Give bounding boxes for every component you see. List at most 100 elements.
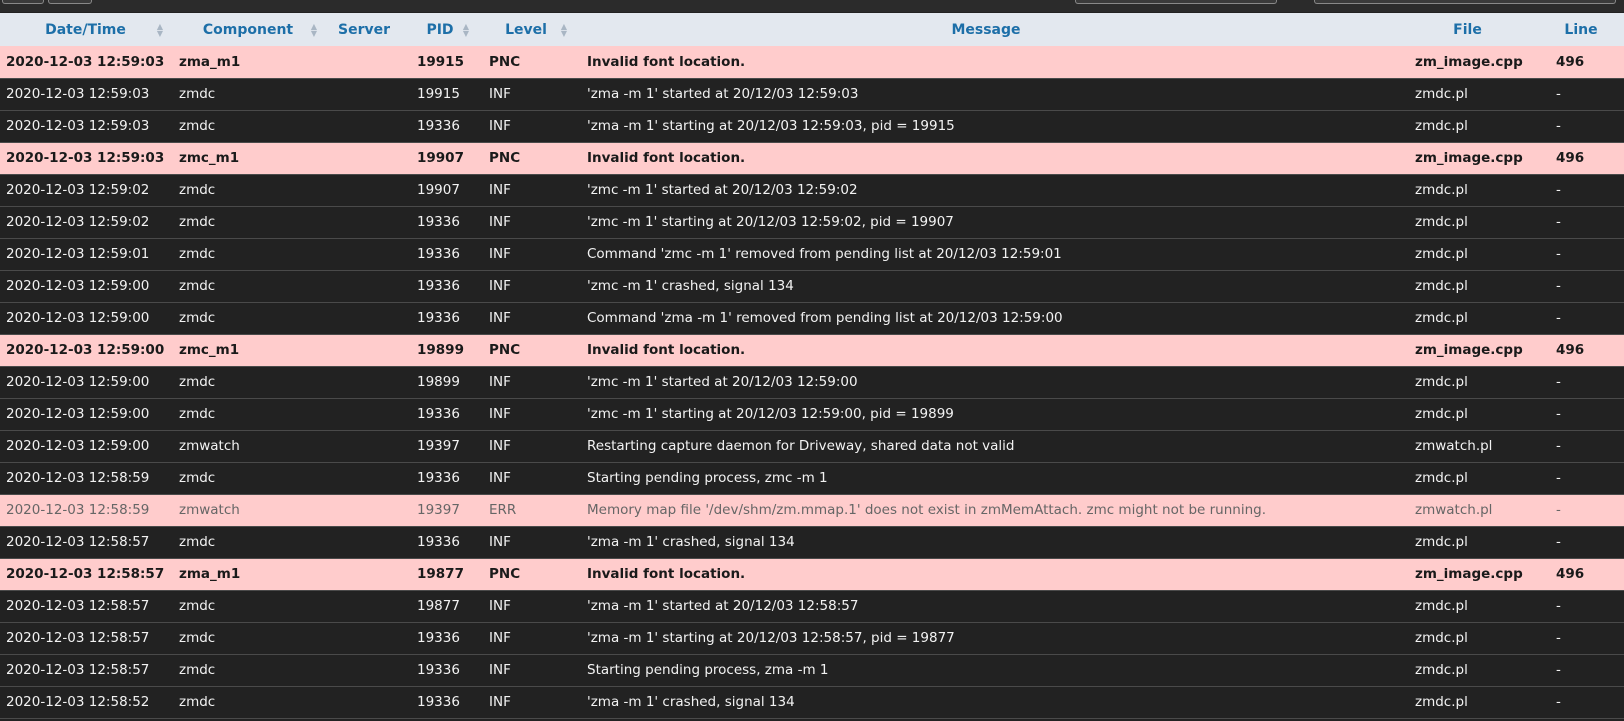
cell-pid: 19877 bbox=[417, 566, 464, 582]
cell-message: Command 'zmc -m 1' removed from pending … bbox=[587, 246, 1062, 262]
col-header-server[interactable]: Server bbox=[325, 13, 403, 46]
table-row[interactable]: 2020-12-03 12:58:59 zmdc 19336 INF Starting … bbox=[0, 462, 1624, 494]
cell-message: Invalid font location. bbox=[587, 53, 746, 70]
cell-pid: 19336 bbox=[417, 214, 460, 230]
cell-message: 'zma -m 1' starting at 20/12/03 12:58:57… bbox=[587, 630, 955, 646]
table-row[interactable]: 2020-12-03 12:58:57 zmdc 19336 INF Starting … bbox=[0, 654, 1624, 686]
cell-datetime: 2020-12-03 12:59:03 bbox=[6, 53, 165, 70]
table-row[interactable]: 2020-12-03 12:58:57 zmdc 19336 INF 'zma -m 1… bbox=[0, 622, 1624, 654]
cell-message: 'zmc -m 1' crashed, signal 134 bbox=[587, 278, 794, 294]
cell-file: zmwatch.pl bbox=[1415, 502, 1493, 518]
cell-datetime: 2020-12-03 12:59:00 bbox=[6, 438, 150, 454]
cell-datetime: 2020-12-03 12:58:57 bbox=[6, 630, 150, 646]
sort-icon: ▲ ▼ bbox=[156, 21, 163, 38]
table-row[interactable]: 2020-12-03 12:59:03 zmdc 19915 INF 'zma -m 1… bbox=[0, 78, 1624, 110]
col-header-line[interactable]: Line bbox=[1538, 13, 1624, 46]
cell-server bbox=[325, 78, 403, 110]
table-row[interactable]: 2020-12-03 12:59:02 zmdc 19907 INF 'zmc -m 1… bbox=[0, 174, 1624, 206]
cell-level: INF bbox=[489, 662, 511, 678]
cell-datetime: 2020-12-03 12:59:00 bbox=[6, 342, 165, 358]
toolbar-button-group[interactable] bbox=[1314, 0, 1616, 4]
log-table-body: 2020-12-03 12:59:03 zma_m1 19915 PNC Invalid… bbox=[0, 46, 1624, 718]
cell-file: zmdc.pl bbox=[1415, 246, 1468, 262]
search-input[interactable] bbox=[1075, 0, 1277, 4]
cell-datetime: 2020-12-03 12:59:00 bbox=[6, 278, 150, 294]
cell-line: - bbox=[1556, 438, 1561, 454]
cell-line: - bbox=[1556, 598, 1561, 614]
cell-message: 'zma -m 1' crashed, signal 134 bbox=[587, 694, 795, 710]
col-header-datetime[interactable]: Date/Time ▲ ▼ bbox=[0, 13, 171, 46]
cell-line: - bbox=[1556, 534, 1561, 550]
cell-component: zmwatch bbox=[179, 438, 240, 454]
table-row[interactable]: 2020-12-03 12:59:00 zmdc 19336 INF Command '… bbox=[0, 302, 1624, 334]
table-row[interactable]: 2020-12-03 12:58:57 zma_m1 19877 PNC Invalid… bbox=[0, 558, 1624, 590]
table-row[interactable]: 2020-12-03 12:59:00 zmwatch 19397 INF Restar… bbox=[0, 430, 1624, 462]
cell-pid: 19907 bbox=[417, 182, 460, 198]
cell-line: - bbox=[1556, 630, 1561, 646]
cell-line: 496 bbox=[1556, 566, 1585, 582]
cell-server bbox=[325, 430, 403, 462]
cell-message: Invalid font location. bbox=[587, 150, 746, 166]
cell-server bbox=[325, 238, 403, 270]
cell-component: zmdc bbox=[179, 630, 216, 646]
cell-server bbox=[325, 174, 403, 206]
table-row[interactable]: 2020-12-03 12:58:57 zmdc 19336 INF 'zma -m 1… bbox=[0, 526, 1624, 558]
table-row[interactable]: 2020-12-03 12:59:01 zmdc 19336 INF Command '… bbox=[0, 238, 1624, 270]
cell-component: zmdc bbox=[179, 278, 216, 294]
cell-message: Invalid font location. bbox=[587, 566, 746, 582]
log-table: Date/Time ▲ ▼ Component ▲ ▼ Server PID ▲ ▼ Lev… bbox=[0, 13, 1624, 719]
cell-file: zmdc.pl bbox=[1415, 118, 1468, 134]
table-row[interactable]: 2020-12-03 12:59:00 zmdc 19336 INF 'zmc -m 1… bbox=[0, 398, 1624, 430]
table-row[interactable]: 2020-12-03 12:59:03 zmdc 19336 INF 'zma -m 1… bbox=[0, 110, 1624, 142]
table-row[interactable]: 2020-12-03 12:58:52 zmdc 19336 INF 'zma -m 1… bbox=[0, 686, 1624, 718]
sort-icon: ▲ ▼ bbox=[560, 21, 567, 38]
table-row[interactable]: 2020-12-03 12:58:57 zmdc 19877 INF 'zma -m 1… bbox=[0, 590, 1624, 622]
cell-server bbox=[325, 46, 403, 78]
cell-file: zmdc.pl bbox=[1415, 470, 1468, 486]
col-header-pid[interactable]: PID ▲ ▼ bbox=[403, 13, 477, 46]
cell-pid: 19336 bbox=[417, 310, 460, 326]
cell-component: zmdc bbox=[179, 470, 216, 486]
cell-component: zmdc bbox=[179, 182, 216, 198]
table-row[interactable]: 2020-12-03 12:59:03 zma_m1 19915 PNC Invalid… bbox=[0, 46, 1624, 78]
cell-server bbox=[325, 462, 403, 494]
cell-component: zmdc bbox=[179, 118, 216, 134]
cell-server bbox=[325, 558, 403, 590]
cell-datetime: 2020-12-03 12:59:02 bbox=[6, 214, 150, 230]
cell-level: INF bbox=[489, 534, 511, 550]
cell-file: zmdc.pl bbox=[1415, 406, 1468, 422]
cell-server bbox=[325, 110, 403, 142]
table-row[interactable]: 2020-12-03 12:59:03 zmc_m1 19907 PNC Invalid… bbox=[0, 142, 1624, 174]
cell-level: PNC bbox=[489, 53, 521, 70]
cell-level: PNC bbox=[489, 566, 521, 582]
cell-message: 'zma -m 1' started at 20/12/03 12:59:03 bbox=[587, 86, 859, 102]
col-header-message[interactable]: Message bbox=[575, 13, 1397, 46]
cell-component: zmdc bbox=[179, 694, 216, 710]
toolbar-button[interactable] bbox=[2, 0, 44, 4]
cell-component: zmdc bbox=[179, 246, 216, 262]
col-header-level[interactable]: Level ▲ ▼ bbox=[477, 13, 575, 46]
cell-message: 'zmc -m 1' starting at 20/12/03 12:59:02… bbox=[587, 214, 954, 230]
toolbar-button[interactable] bbox=[48, 0, 92, 4]
cell-level: INF bbox=[489, 310, 511, 326]
col-header-component[interactable]: Component ▲ ▼ bbox=[171, 13, 325, 46]
table-row[interactable]: 2020-12-03 12:59:00 zmdc 19336 INF 'zmc -m 1… bbox=[0, 270, 1624, 302]
cell-message: 'zma -m 1' crashed, signal 134 bbox=[587, 534, 795, 550]
cell-pid: 19397 bbox=[417, 502, 460, 518]
cell-file: zmdc.pl bbox=[1415, 214, 1468, 230]
cell-level: INF bbox=[489, 118, 511, 134]
table-row[interactable]: 2020-12-03 12:59:00 zmc_m1 19899 PNC Invalid… bbox=[0, 334, 1624, 366]
cell-pid: 19397 bbox=[417, 438, 460, 454]
col-header-file[interactable]: File bbox=[1397, 13, 1538, 46]
cell-datetime: 2020-12-03 12:58:57 bbox=[6, 566, 165, 582]
table-row[interactable]: 2020-12-03 12:58:59 zmwatch 19397 ERR Memory… bbox=[0, 494, 1624, 526]
table-row[interactable]: 2020-12-03 12:59:02 zmdc 19336 INF 'zmc -m 1… bbox=[0, 206, 1624, 238]
cell-message: Starting pending process, zma -m 1 bbox=[587, 662, 829, 678]
cell-message: 'zma -m 1' starting at 20/12/03 12:59:03… bbox=[587, 118, 955, 134]
cell-file: zmdc.pl bbox=[1415, 182, 1468, 198]
cell-server bbox=[325, 270, 403, 302]
cell-file: zm_image.cpp bbox=[1415, 566, 1523, 582]
cell-datetime: 2020-12-03 12:59:03 bbox=[6, 118, 150, 134]
cell-file: zmdc.pl bbox=[1415, 598, 1468, 614]
table-row[interactable]: 2020-12-03 12:59:00 zmdc 19899 INF 'zmc -m 1… bbox=[0, 366, 1624, 398]
